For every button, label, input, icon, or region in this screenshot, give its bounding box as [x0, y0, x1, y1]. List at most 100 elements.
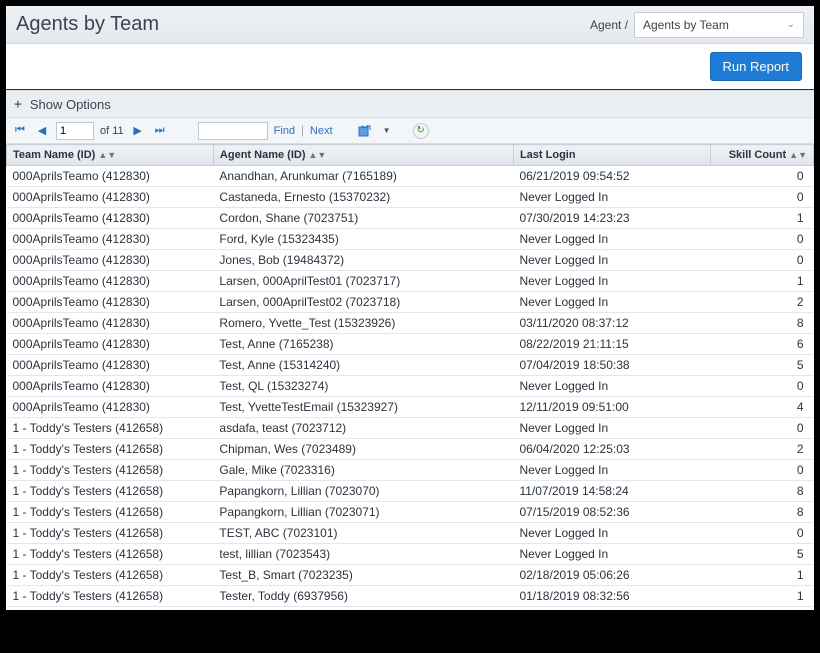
show-options-label: Show Options: [30, 97, 111, 112]
cell-team: 1 - Toddy's Testers (412658): [7, 565, 214, 586]
cell-skill: 0: [710, 166, 813, 187]
cell-team: 1 - Toddy's Testers (412658): [7, 481, 214, 502]
cell-agent: Larsen, 000AprilTest01 (7023717): [213, 271, 513, 292]
table-row[interactable]: 1 - Toddy's Testers (412658)test, lillia…: [7, 544, 814, 565]
grid-wrap: Team Name (ID)▲▼ Agent Name (ID)▲▼ Last …: [6, 144, 814, 610]
cell-team: 000AprilsTeamo (412830): [7, 355, 214, 376]
find-link[interactable]: Find: [274, 125, 295, 137]
cell-skill: 2: [710, 439, 813, 460]
cell-agent: test, lillian (7023543): [213, 544, 513, 565]
export-dropdown-icon[interactable]: ▼: [379, 123, 395, 139]
cell-team: 000AprilsTeamo (412830): [7, 229, 214, 250]
cell-skill: 0: [710, 376, 813, 397]
table-row[interactable]: 000AprilsTeamo (412830)Ford, Kyle (15323…: [7, 229, 814, 250]
cell-team: 1 - Toddy's Testers (412658): [7, 439, 214, 460]
cell-team: 1 - Toddy's Testers (412658): [7, 586, 214, 607]
cell-skill: 8: [710, 313, 813, 334]
next-page-icon[interactable]: ▶: [130, 123, 146, 139]
report-dropdown[interactable]: Agents by Team ⌄: [634, 12, 804, 38]
table-row[interactable]: 1 - Toddy's Testers (412658)Tester, Todd…: [7, 586, 814, 607]
cell-skill: 0: [710, 250, 813, 271]
table-row[interactable]: 000AprilsTeamo (412830)Test, YvetteTestE…: [7, 397, 814, 418]
find-input[interactable]: [198, 122, 268, 140]
page-of-label: of 11: [100, 125, 124, 137]
action-bar: Run Report: [6, 44, 814, 90]
grid-scroll[interactable]: Team Name (ID)▲▼ Agent Name (ID)▲▼ Last …: [6, 144, 814, 610]
cell-skill: 8: [710, 481, 813, 502]
cell-last-login: Never Logged In: [513, 187, 710, 208]
cell-agent: Larsen, 000AprilTest02 (7023718): [213, 292, 513, 313]
cell-agent: Papangkorn, Lillian (7023070): [213, 481, 513, 502]
first-page-icon[interactable]: ⏮: [12, 123, 28, 139]
table-row[interactable]: 1 - Toddy's Testers (412658)Chipman, Wes…: [7, 439, 814, 460]
table-row[interactable]: 000AprilsTeamo (412830)Larsen, 000AprilT…: [7, 292, 814, 313]
col-team[interactable]: Team Name (ID)▲▼: [7, 145, 214, 166]
table-row[interactable]: 1 - Toddy's Testers (412658)Papangkorn, …: [7, 502, 814, 523]
cell-agent: Test, QL (15323274): [213, 376, 513, 397]
sort-icon: ▲▼: [789, 150, 807, 160]
show-options-toggle[interactable]: + Show Options: [6, 90, 814, 118]
page-input[interactable]: [56, 122, 94, 140]
table-row[interactable]: 1 - Toddy's Testers (412658)TEST, ABC (7…: [7, 523, 814, 544]
cell-team: 1 - Toddy's Testers (412658): [7, 418, 214, 439]
report-toolbar: ⏮ ◀ of 11 ▶ ⏭ Find | Next ▼ ↻: [6, 118, 814, 144]
prev-page-icon[interactable]: ◀: [34, 123, 50, 139]
cell-agent: Gale, Mike (7023316): [213, 460, 513, 481]
header-row: Team Name (ID)▲▼ Agent Name (ID)▲▼ Last …: [7, 145, 814, 166]
cell-agent: Ford, Kyle (15323435): [213, 229, 513, 250]
run-report-button[interactable]: Run Report: [710, 52, 802, 81]
cell-last-login: 07/30/2019 14:23:23: [513, 208, 710, 229]
table-row[interactable]: 000AprilsTeamo (412830)Test, Anne (15314…: [7, 355, 814, 376]
table-row[interactable]: 000AprilsTeamo (412830)Test, Anne (71652…: [7, 334, 814, 355]
cell-skill: 5: [710, 355, 813, 376]
table-row[interactable]: 1 - Toddy's Testers (412658)asdafa, teas…: [7, 418, 814, 439]
cell-last-login: Never Logged In: [513, 418, 710, 439]
cell-team: 000AprilsTeamo (412830): [7, 397, 214, 418]
cell-team: 1 - Toddy's Testers (412658): [7, 460, 214, 481]
export-icon[interactable]: [357, 123, 373, 139]
table-row[interactable]: 1 - Toddy's Testers (412658)Test_B, Smar…: [7, 565, 814, 586]
col-skill-count[interactable]: Skill Count▲▼: [710, 145, 813, 166]
table-row[interactable]: 000AprilsTeamo (412830)Romero, Yvette_Te…: [7, 313, 814, 334]
cell-agent: Test, Anne (15314240): [213, 355, 513, 376]
cell-team: 000AprilsTeamo (412830): [7, 313, 214, 334]
cell-last-login: Never Logged In: [513, 523, 710, 544]
cell-skill: 0: [710, 607, 813, 611]
cell-agent: Papangkorn, Lillian (7023071): [213, 502, 513, 523]
table-row[interactable]: 1 - Toddy's Testers (412658)Gale, Mike (…: [7, 460, 814, 481]
cell-agent: Castaneda, Ernesto (15370232): [213, 187, 513, 208]
cell-agent: Test, Anne (7165238): [213, 334, 513, 355]
dropdown-value: Agents by Team: [643, 18, 729, 32]
last-page-icon[interactable]: ⏭: [152, 123, 168, 139]
cell-last-login: 06/04/2020 12:25:03: [513, 439, 710, 460]
table-row[interactable]: 000AprilsTeamo (412830)Anandhan, Arunkum…: [7, 166, 814, 187]
table-row[interactable]: 000AprilsTeamo (412830)Jones, Bob (19484…: [7, 250, 814, 271]
sort-icon: ▲▼: [98, 150, 116, 160]
col-team-label: Team Name (ID): [13, 149, 95, 161]
cell-team: 000AprilsTeamo (412830): [7, 250, 214, 271]
cell-last-login: 07/04/2019 18:50:38: [513, 355, 710, 376]
cell-last-login: 03/11/2020 08:37:12: [513, 313, 710, 334]
cell-last-login: 11/07/2019 14:58:24: [513, 481, 710, 502]
refresh-icon[interactable]: ↻: [413, 123, 429, 139]
table-row[interactable]: 000AprilsTeamo (412830)Cordon, Shane (70…: [7, 208, 814, 229]
cell-team: 000AprilsTeamo (412830): [7, 334, 214, 355]
table-row[interactable]: 000AprilsTeamo (412830)Test, QL (1532327…: [7, 376, 814, 397]
chevron-down-icon: ⌄: [787, 19, 795, 30]
separator: |: [301, 125, 304, 137]
table-row[interactable]: 1 - Toddy's Testers (412658)Wilson, Wade…: [7, 607, 814, 611]
cell-skill: 0: [710, 460, 813, 481]
cell-skill: 4: [710, 397, 813, 418]
cell-skill: 5: [710, 544, 813, 565]
table-row[interactable]: 1 - Toddy's Testers (412658)Papangkorn, …: [7, 481, 814, 502]
col-agent[interactable]: Agent Name (ID)▲▼: [213, 145, 513, 166]
cell-agent: asdafa, teast (7023712): [213, 418, 513, 439]
cell-agent: Romero, Yvette_Test (15323926): [213, 313, 513, 334]
cell-last-login: Never Logged In: [513, 292, 710, 313]
col-last-login[interactable]: Last Login: [513, 145, 710, 166]
cell-last-login: 12/11/2019 09:51:00: [513, 397, 710, 418]
cell-skill: 0: [710, 229, 813, 250]
next-link[interactable]: Next: [310, 125, 333, 137]
table-row[interactable]: 000AprilsTeamo (412830)Larsen, 000AprilT…: [7, 271, 814, 292]
table-row[interactable]: 000AprilsTeamo (412830)Castaneda, Ernest…: [7, 187, 814, 208]
